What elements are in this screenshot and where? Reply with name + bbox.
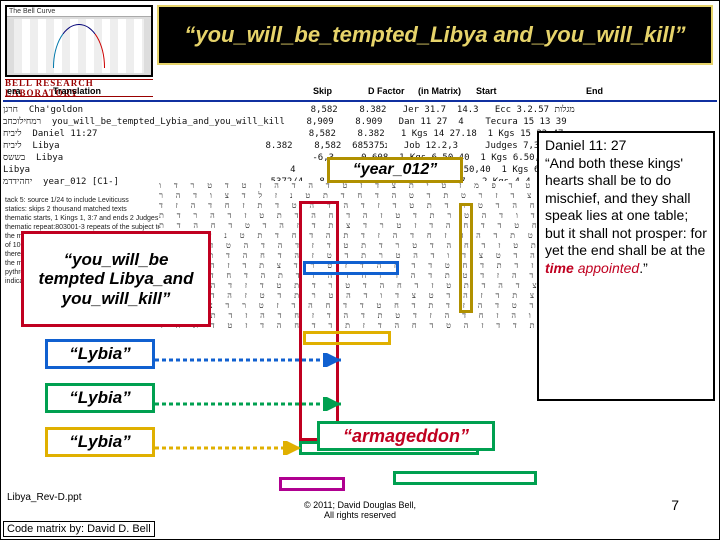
col-era: era [3, 86, 49, 100]
highlight-lybia-1 [303, 261, 399, 275]
chart-title: The Bell Curve [7, 7, 151, 17]
highlight-year [459, 203, 473, 313]
col-skip: Skip [309, 86, 364, 100]
footer-slide-number: 7 [671, 497, 679, 513]
verse-tail: .” [639, 260, 648, 276]
table-header: era Translation Skip D Factor (in Matrix… [3, 86, 717, 102]
verse-reference: Daniel 11: 27 [545, 137, 626, 153]
callout-main-term: “you_will_be tempted Libya_and you_will_… [21, 231, 211, 327]
verse-em-appointed: appointed [578, 260, 640, 276]
callout-armageddon: “armageddon” [317, 421, 495, 451]
slide-title: “you_will_be_tempted_Libya and_you_will_… [157, 5, 713, 65]
verse-em-time: time [545, 260, 574, 276]
chart-graph-area [14, 19, 144, 73]
highlight-extra [279, 477, 345, 491]
col-end: End [582, 86, 717, 100]
slide-root: The Bell Curve BELL RESEARCH LABORATORY … [0, 0, 720, 540]
highlight-armageddon [393, 471, 537, 485]
bell-curve-icon [53, 24, 105, 67]
callout-lybia-3: “Lybia” [45, 427, 155, 457]
highlight-lybia-3 [303, 331, 391, 345]
verse-box: Daniel 11: 27 “And both these kings' hea… [537, 131, 715, 401]
callout-lybia-1: “Lybia” [45, 339, 155, 369]
col-start: Start [472, 86, 582, 100]
col-dfactor: D Factor [364, 86, 414, 100]
callout-year: “year_012” [327, 157, 463, 183]
col-inmatrix: (in Matrix) [414, 86, 472, 100]
highlight-main-term [299, 201, 339, 441]
footer-copyright: © 2011; David Douglas Bell,All rights re… [1, 501, 719, 521]
bell-curve-thumbnail: The Bell Curve [5, 5, 153, 77]
col-translation: Translation [49, 86, 309, 100]
verse-body: “And both these kings' hearts shall be t… [545, 155, 707, 259]
callout-lybia-2: “Lybia” [45, 383, 155, 413]
footer-credit: Code matrix by: David D. Bell [3, 521, 155, 537]
